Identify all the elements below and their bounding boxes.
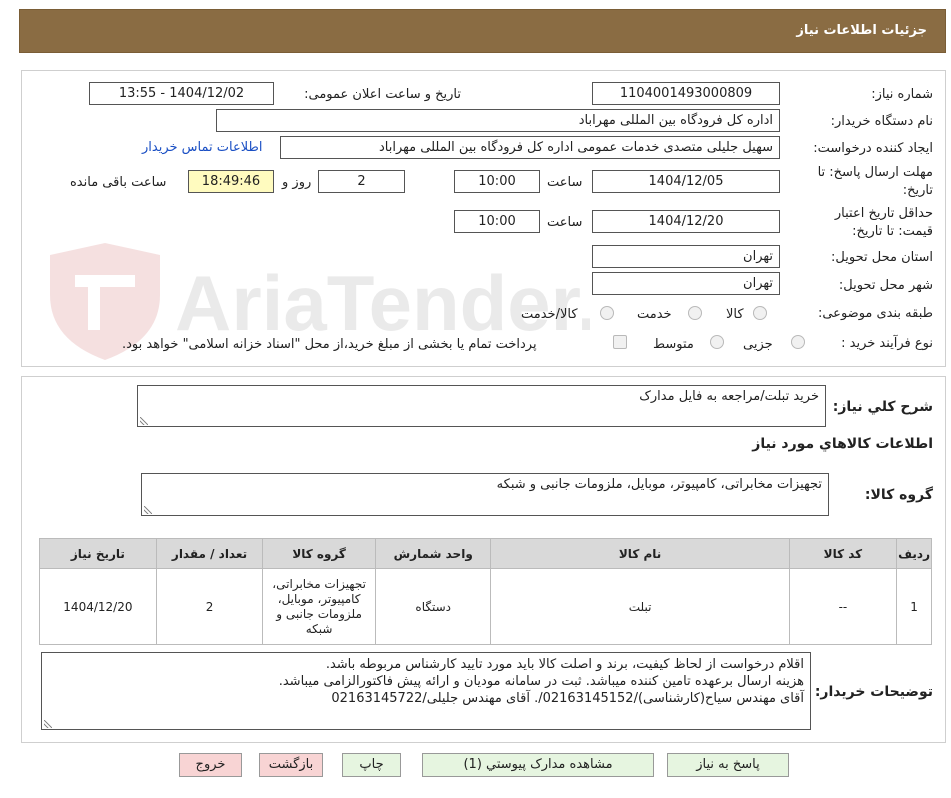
reply-button[interactable]: پاسخ به نیاز xyxy=(667,753,789,777)
deadline-time-label: ساعت xyxy=(547,175,583,190)
need-number-label: شماره نیاز: xyxy=(871,87,933,102)
remaining-time-field: 18:49:46 xyxy=(188,170,274,193)
col-header-unit: واحد شمارش xyxy=(374,538,492,569)
col-header-goods-code: کد کالا xyxy=(788,538,898,569)
cell-row-number: 1 xyxy=(896,568,932,645)
city-label: شهر محل تحویل: xyxy=(838,278,933,293)
summary-label: شرح کلي نياز: xyxy=(832,399,933,415)
validity-time-field: 10:00 xyxy=(454,210,540,233)
buyer-notes-line: اقلام درخواست از لحاظ کیفیت، برند و اصلت… xyxy=(325,657,804,672)
resize-grip-icon[interactable] xyxy=(140,417,148,425)
page-title: جزئیات اطلاعات نیاز xyxy=(796,23,927,38)
validity-label-line1: حداقل تاریخ اعتبار xyxy=(834,206,933,221)
buyer-notes-textarea[interactable]: اقلام درخواست از لحاظ کیفیت، برند و اصلت… xyxy=(41,652,811,730)
category-label: طبقه بندی موضوعی: xyxy=(817,306,933,321)
buyer-notes-line: آقای مهندس سیاح(کارشناسی)/02163145152/. … xyxy=(331,691,804,706)
treasury-payment-checkbox[interactable] xyxy=(613,335,627,349)
back-button[interactable]: بازگشت xyxy=(259,753,323,777)
validity-label-line2: قیمت: تا تاریخ: xyxy=(852,224,933,239)
print-button[interactable]: چاپ xyxy=(342,753,401,777)
category-option-goods: کالا xyxy=(726,307,744,322)
validity-date-field: 1404/12/20 xyxy=(592,210,780,233)
cell-goods-name: تبلت xyxy=(490,568,790,645)
col-header-goods-name: نام کالا xyxy=(490,538,790,569)
summary-textarea[interactable]: خرید تبلت/مراجعه به فایل مدارک xyxy=(137,385,826,427)
treasury-payment-note: پرداخت تمام یا بخشی از مبلغ خرید،از محل … xyxy=(122,337,537,352)
remaining-label: ساعت باقی مانده xyxy=(70,175,167,190)
buyer-org-field: اداره کل فرودگاه بین المللی مهراباد xyxy=(216,109,780,132)
deadline-label-line2: تاریخ: xyxy=(902,183,933,198)
category-radio-goods[interactable] xyxy=(753,306,767,320)
cell-quantity: 2 xyxy=(155,568,264,645)
announce-label: تاریخ و ساعت اعلان عمومی: xyxy=(304,87,461,102)
category-option-service: خدمت xyxy=(637,307,672,322)
process-label: نوع فرآیند خرید : xyxy=(841,336,933,351)
city-field: تهران xyxy=(592,272,780,295)
days-label: روز و xyxy=(282,175,312,190)
col-header-quantity: تعداد / مقدار xyxy=(155,538,264,569)
process-option-medium: متوسط xyxy=(653,337,694,352)
process-option-minor: جزیی xyxy=(743,337,773,352)
resize-grip-icon[interactable] xyxy=(144,506,152,514)
buyer-org-label: نام دستگاه خریدار: xyxy=(830,114,933,129)
cell-goods-code: -- xyxy=(788,568,898,645)
category-option-goods-service: کالا/خدمت xyxy=(521,307,578,322)
exit-button[interactable]: خروج xyxy=(179,753,242,777)
cell-unit: دستگاه xyxy=(374,568,492,645)
process-radio-medium[interactable] xyxy=(710,335,724,349)
buyer-contact-link[interactable]: اطلاعات تماس خریدار xyxy=(142,140,262,155)
page-header: جزئیات اطلاعات نیاز xyxy=(19,9,946,53)
items-table: ردیف کد کالا نام کالا واحد شمارش گروه کا… xyxy=(39,538,932,645)
view-attachments-button[interactable]: مشاهده مدارک پیوستي (1) xyxy=(422,753,654,777)
goods-group-text: تجهیزات مخابراتی، کامپیوتر، موبایل، ملزو… xyxy=(496,477,822,492)
resize-grip-icon[interactable] xyxy=(44,720,52,728)
summary-text: خرید تبلت/مراجعه به فایل مدارک xyxy=(639,389,819,404)
goods-group-textarea[interactable]: تجهیزات مخابراتی، کامپیوتر، موبایل، ملزو… xyxy=(141,473,829,516)
requester-label: ایجاد کننده درخواست: xyxy=(813,141,933,156)
buyer-notes-line: هزینه ارسال برعهده تامین کننده میباشد. ث… xyxy=(278,674,804,689)
province-label: استان محل تحویل: xyxy=(831,250,933,265)
deadline-label-line1: مهلت ارسال پاسخ: تا xyxy=(817,165,933,180)
table-header-row: ردیف کد کالا نام کالا واحد شمارش گروه کا… xyxy=(39,538,932,569)
col-header-need-date: تاریخ نیاز xyxy=(39,538,157,569)
need-number-field: 1104001493000809 xyxy=(592,82,780,105)
col-header-row-number: ردیف xyxy=(896,538,932,569)
goods-group-label: گروه کالا: xyxy=(864,487,933,503)
col-header-goods-group: گروه کالا xyxy=(262,538,376,569)
process-radio-minor[interactable] xyxy=(791,335,805,349)
days-field: 2 xyxy=(318,170,405,193)
announce-field: 1404/12/02 - 13:55 xyxy=(89,82,274,105)
deadline-date-field: 1404/12/05 xyxy=(592,170,780,193)
cell-need-date: 1404/12/20 xyxy=(39,568,157,645)
category-radio-service[interactable] xyxy=(688,306,702,320)
table-row: 1 -- تبلت دستگاه تجهیزات مخابراتی، کامپی… xyxy=(39,568,932,645)
validity-time-label: ساعت xyxy=(547,215,583,230)
deadline-time-field: 10:00 xyxy=(454,170,540,193)
cell-goods-group: تجهیزات مخابراتی، کامپیوتر، موبایل، ملزو… xyxy=(262,568,376,645)
category-radio-goods-service[interactable] xyxy=(600,306,614,320)
buyer-notes-label: توضیحات خریدار: xyxy=(814,684,933,700)
province-field: تهران xyxy=(592,245,780,268)
goods-info-title: اطلاعات کالاهاي مورد نياز xyxy=(752,436,933,452)
requester-field: سهیل جلیلی متصدی خدمات عمومی اداره کل فر… xyxy=(280,136,780,159)
